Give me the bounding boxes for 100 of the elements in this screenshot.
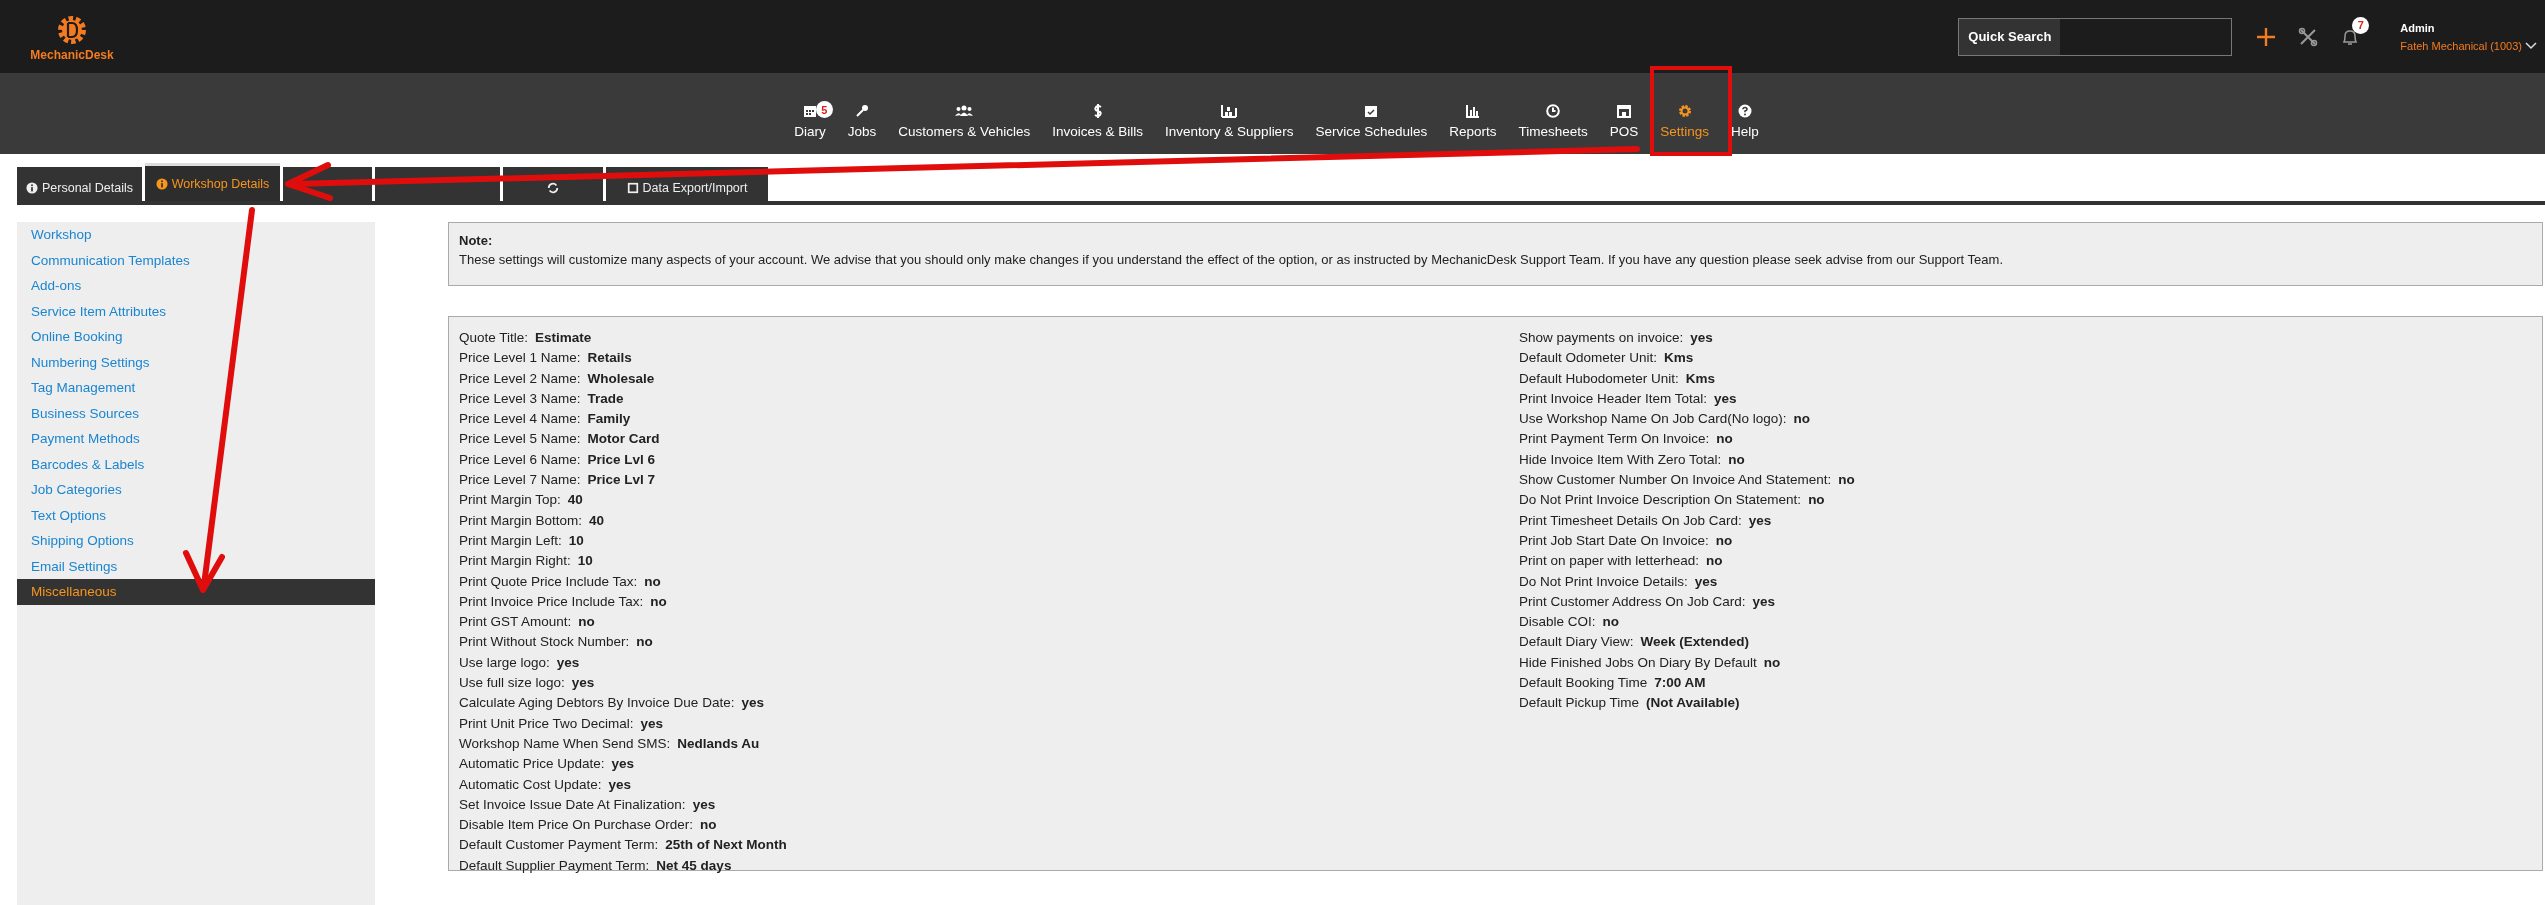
dollar-icon [1092, 104, 1103, 118]
nav-item[interactable]: Customers & Vehicles [887, 90, 1042, 154]
sidebar-link[interactable]: Online Booking [17, 324, 375, 350]
setting-value: yes [692, 796, 716, 812]
setting-value: 40 [567, 492, 583, 508]
user-name: Admin [2400, 21, 2436, 34]
nav-item[interactable]: Invoices & Bills [1041, 90, 1155, 154]
sidebar-link[interactable]: Shipping Options [17, 528, 375, 554]
add-icon[interactable] [2256, 26, 2277, 47]
setting-label: Price Level 3 Name: [459, 390, 581, 406]
chevron-down-icon[interactable] [2525, 41, 2537, 50]
setting-label: Do Not Print Invoice Details: [1519, 573, 1688, 589]
sidebar-link[interactable]: Text Options [17, 502, 375, 528]
setting-value: yes [1748, 512, 1772, 528]
setting-label: Default Diary View: [1519, 634, 1634, 650]
setting-label: Price Level 4 Name: [459, 411, 581, 427]
setting-label: Quote Title: [459, 330, 529, 345]
sidebar-link[interactable]: Business Sources [17, 400, 375, 426]
note-text: These settings will customize many aspects of your account. We advise that you should only make changes if you understand the effect of the option, or as instructed by MechanicDesk Support Team. If you have any question please seek advise from our Support Team. [459, 252, 2004, 267]
setting-label: Set Invoice Issue Date At Finalization: [459, 796, 686, 812]
setting-value: no [700, 817, 717, 833]
settings-icon [1677, 104, 1692, 118]
sidebar-link[interactable]: Workshop [17, 222, 375, 248]
setting-value: Motor Card [587, 431, 660, 447]
nav-item[interactable]: 5 Diary [783, 90, 837, 154]
sync-icon [547, 182, 559, 194]
setting-label: Print Payment Term On Invoice: [1519, 431, 1710, 447]
file-icon [626, 182, 639, 194]
sidebar-link[interactable]: Job Categories [17, 477, 375, 503]
setting-label: Default Customer Payment Term: [459, 837, 659, 853]
setting-label: Print Job Start Date On Invoice: [1519, 532, 1709, 548]
setting-label: Default Booking Time [1519, 675, 1648, 691]
help-icon [1737, 104, 1752, 118]
nav-item[interactable]: Settings [1649, 90, 1721, 154]
count-badge: 5 [815, 101, 833, 118]
setting-value: no [636, 634, 653, 650]
sidebar-link[interactable]: Tag Management [17, 375, 375, 401]
setting-label: Automatic Price Update: [459, 756, 605, 772]
setting-label: Workshop Name When Send SMS: [459, 735, 671, 751]
setting-value: yes [556, 654, 580, 670]
nav-item[interactable]: Inventory & Suppliers [1154, 90, 1305, 154]
setting-label: Print on paper with letterhead: [1519, 553, 1700, 569]
setting-label: Show payments on invoice: [1519, 330, 1684, 345]
nav-item[interactable]: Reports [1438, 90, 1508, 154]
setting-label: Print Margin Bottom: [459, 512, 583, 528]
setting-value: yes [611, 756, 635, 772]
nav-item[interactable]: Help [1720, 90, 1770, 154]
setting-label: Hide Invoice Item With Zero Total: [1519, 451, 1722, 467]
sidebar-link[interactable]: Communication Templates [17, 247, 375, 273]
setting-value: yes [1694, 573, 1718, 589]
sidebar-link[interactable]: Barcodes & Labels [17, 451, 375, 477]
company-name[interactable]: Fateh Mechanical (1003) [2400, 39, 2522, 52]
setting-label: Price Level 2 Name: [459, 370, 581, 386]
setting-value: no [1838, 472, 1855, 488]
setting-label: Print Quote Price Include Tax: [459, 573, 638, 589]
setting-value: yes [1690, 330, 1713, 345]
setting-label: Default Hubodometer Unit: [1519, 370, 1679, 386]
setting-value: no [650, 593, 667, 609]
setting-value: yes [608, 776, 632, 792]
setting-label: Print Margin Left: [459, 532, 562, 548]
sidebar-link[interactable]: Payment Methods [17, 426, 375, 452]
setting-value: Kms [1664, 350, 1694, 366]
nav-item[interactable]: Service Schedules [1304, 90, 1439, 154]
setting-label: Print Margin Top: [459, 492, 561, 508]
setting-label: Use full size logo: [459, 675, 565, 691]
sidebar-link[interactable]: Numbering Settings [17, 349, 375, 375]
setting-value: Week (Extended) [1640, 634, 1750, 650]
sidebar-link[interactable]: Service Item Attributes [17, 298, 375, 324]
setting-value: Net 45 days [656, 857, 732, 873]
setting-value: yes [1752, 593, 1776, 609]
setting-label: Price Level 5 Name: [459, 431, 581, 447]
sidebar-link[interactable]: Add-ons [17, 273, 375, 299]
setting-value: Nedlands Au [677, 735, 760, 751]
setting-label: Disable COI: [1519, 614, 1596, 630]
setting-value: yes [640, 715, 664, 731]
setting-value: 25th of Next Month [665, 837, 787, 853]
setting-label: Do Not Print Invoice Description On Statement: [1519, 492, 1802, 508]
setting-value: no [1706, 553, 1723, 569]
tab[interactable]: Personal Details [17, 167, 142, 201]
sidebar-link[interactable]: Email Settings [17, 553, 375, 579]
nav-item[interactable]: Timesheets [1507, 90, 1599, 154]
setting-label: Price Level 1 Name: [459, 350, 581, 366]
logo-text: MechanicDesk [30, 48, 114, 62]
setting-value: 40 [589, 512, 605, 528]
setting-label: Print GST Amount: [459, 614, 572, 630]
nav-item[interactable]: POS [1598, 90, 1650, 154]
sidebar-link[interactable]: Miscellaneous [17, 579, 375, 605]
nav-item[interactable]: Jobs [836, 90, 888, 154]
setting-label: Default Odometer Unit: [1519, 350, 1658, 366]
tab[interactable]: Workshop Details [145, 163, 280, 201]
setting-value: Trade [587, 390, 624, 406]
setting-value: Wholesale [587, 370, 655, 386]
tools-icon[interactable] [2298, 26, 2319, 47]
setting-value: Retails [587, 350, 632, 366]
setting-value: (Not Available) [1646, 695, 1740, 711]
info-icon [26, 182, 38, 194]
setting-value: 10 [577, 553, 593, 569]
setting-value: Family [587, 411, 631, 427]
setting-value: Estimate [535, 330, 592, 345]
quick-search-field[interactable]: Quick Search [1958, 17, 2233, 56]
